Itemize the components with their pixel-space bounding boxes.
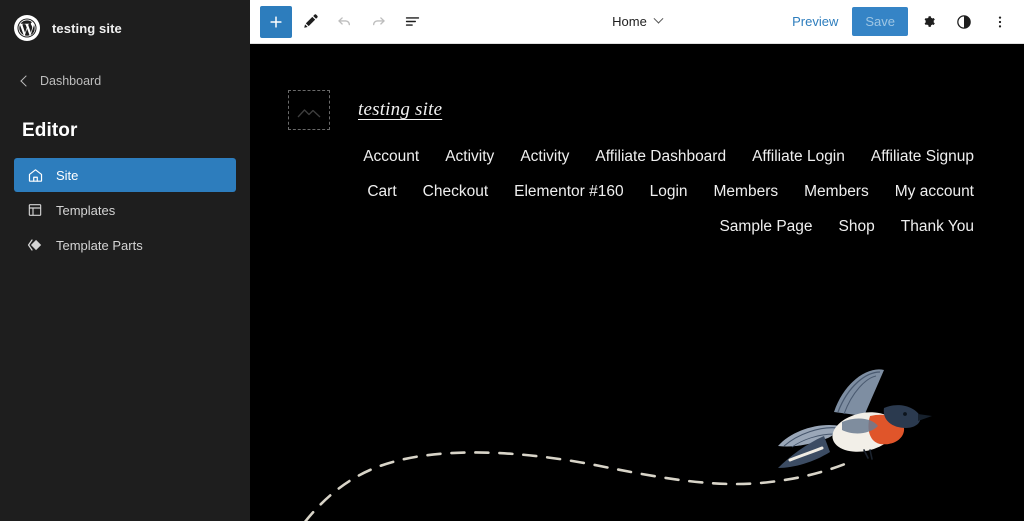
editor-main: Home Preview Save	[250, 0, 1024, 521]
nav-link[interactable]: Login	[650, 183, 688, 201]
styles-button[interactable]	[948, 6, 980, 38]
bird-graphic	[778, 369, 932, 468]
sidebar-navigation: Site Templates Templat	[0, 158, 250, 262]
gear-icon	[920, 13, 937, 30]
wordpress-site-editor: testing site Dashboard Editor Site	[0, 0, 1024, 521]
site-branding-block[interactable]: testing site	[250, 44, 1024, 130]
redo-button[interactable]	[362, 6, 394, 38]
image-placeholder-icon[interactable]	[288, 90, 330, 130]
nav-link[interactable]: Checkout	[423, 183, 488, 201]
nav-link[interactable]: Activity	[445, 148, 494, 166]
list-view-icon	[403, 12, 422, 31]
nav-link[interactable]: Thank You	[901, 218, 974, 236]
settings-button[interactable]	[912, 6, 944, 38]
nav-link[interactable]: Sample Page	[719, 218, 812, 236]
sidebar-item-templates[interactable]: Templates	[14, 193, 236, 227]
site-navigation-menu[interactable]: Account Activity Activity Affiliate Dash…	[250, 148, 1024, 236]
pencil-icon	[301, 12, 320, 31]
nav-link[interactable]: Cart	[367, 183, 396, 201]
nav-link[interactable]: Members	[804, 183, 869, 201]
canvas-site-title[interactable]: testing site	[358, 99, 442, 121]
redo-arrow-icon	[369, 12, 388, 31]
chevron-left-icon	[20, 75, 31, 86]
nav-link[interactable]: Affiliate Dashboard	[595, 148, 726, 166]
sidebar-section-title: Editor	[0, 120, 250, 142]
options-button[interactable]	[984, 6, 1016, 38]
sidebar-item-site[interactable]: Site	[14, 158, 236, 192]
list-view-button[interactable]	[396, 6, 428, 38]
site-preview-canvas[interactable]: testing site Account Activity Activity A…	[250, 44, 1024, 521]
back-to-dashboard-link[interactable]: Dashboard	[0, 70, 250, 92]
sidebar: testing site Dashboard Editor Site	[0, 0, 250, 521]
contrast-half-circle-icon	[955, 13, 973, 31]
sidebar-item-templates-label: Templates	[56, 203, 115, 218]
save-button[interactable]: Save	[852, 7, 908, 36]
layout-icon	[26, 201, 44, 219]
toolbar-right-group: Preview Save	[782, 6, 1016, 38]
sidebar-item-site-label: Site	[56, 168, 78, 183]
plus-icon	[267, 13, 285, 31]
nav-link[interactable]: My account	[895, 183, 974, 201]
sidebar-site-header[interactable]: testing site	[0, 0, 250, 44]
sidebar-item-template-parts-label: Template Parts	[56, 238, 143, 253]
preview-button[interactable]: Preview	[782, 8, 848, 35]
dashed-flight-trail	[278, 452, 850, 521]
nav-link[interactable]: Affiliate Signup	[871, 148, 974, 166]
undo-arrow-icon	[335, 12, 354, 31]
nav-link[interactable]: Members	[714, 183, 779, 201]
document-title-dropdown[interactable]: Home	[612, 14, 662, 29]
vertical-ellipsis-icon	[991, 13, 1009, 31]
home-icon	[26, 166, 44, 184]
toolbar-left-group	[260, 6, 428, 38]
nav-link[interactable]: Elementor #160	[514, 183, 623, 201]
nav-link[interactable]: Account	[363, 148, 419, 166]
undo-button[interactable]	[328, 6, 360, 38]
document-title-label: Home	[612, 14, 647, 29]
back-to-dashboard-label: Dashboard	[40, 74, 101, 88]
add-block-button[interactable]	[260, 6, 292, 38]
editor-toolbar: Home Preview Save	[250, 0, 1024, 44]
sidebar-item-template-parts[interactable]: Template Parts	[14, 228, 236, 262]
sidebar-site-name: testing site	[52, 21, 122, 36]
nav-link[interactable]: Shop	[839, 218, 875, 236]
wordpress-logo-icon	[14, 15, 40, 41]
template-parts-icon	[26, 236, 44, 254]
edit-mode-button[interactable]	[294, 6, 326, 38]
nav-link[interactable]: Affiliate Login	[752, 148, 845, 166]
chevron-down-icon	[653, 14, 663, 24]
flying-bird-illustration	[250, 354, 1024, 521]
nav-link[interactable]: Activity	[520, 148, 569, 166]
